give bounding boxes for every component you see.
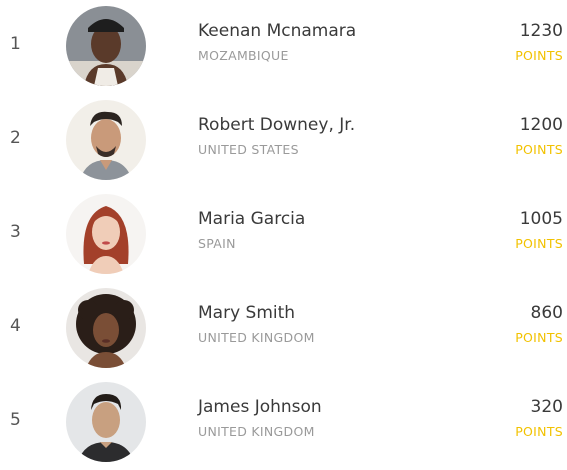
avatar-icon [66, 288, 146, 368]
player-score: 1005 POINTS [515, 208, 563, 252]
points-value: 1230 [519, 21, 563, 41]
avatar-icon [66, 6, 146, 86]
rank-number: 3 [10, 222, 21, 242]
rank-number: 4 [10, 316, 21, 336]
player-name[interactable]: Robert Downey, Jr. [198, 114, 355, 136]
points-label: POINTS [515, 142, 563, 157]
points-label: POINTS [515, 330, 563, 345]
player-country: UNITED KINGDOM [198, 424, 315, 439]
player-name[interactable]: Maria Garcia [198, 208, 305, 230]
player-country: MOZAMBIQUE [198, 48, 289, 63]
player-country: UNITED STATES [198, 142, 299, 157]
avatar[interactable] [66, 6, 146, 86]
player-info: Mary Smith UNITED KINGDOM [198, 302, 315, 346]
avatar[interactable] [66, 288, 146, 368]
rank-number: 2 [10, 128, 21, 148]
points-value: 320 [530, 397, 563, 417]
player-score: 860 POINTS [515, 302, 563, 346]
avatar[interactable] [66, 100, 146, 180]
player-info: Maria Garcia SPAIN [198, 208, 305, 252]
leaderboard-row[interactable]: 4 Mary Smith UNITED KINGDOM 860 POINTS [0, 282, 567, 376]
points-label: POINTS [515, 48, 563, 63]
player-info: James Johnson UNITED KINGDOM [198, 396, 322, 440]
points-value: 1005 [519, 209, 563, 229]
avatar-icon [66, 382, 146, 462]
player-score: 320 POINTS [515, 396, 563, 440]
avatar[interactable] [66, 194, 146, 274]
leaderboard: 1 Keenan Mcnamara MOZAMBIQUE 1230 POINTS… [0, 0, 567, 467]
points-value: 860 [530, 303, 563, 323]
points-label: POINTS [515, 236, 563, 251]
player-info: Keenan Mcnamara MOZAMBIQUE [198, 20, 356, 64]
player-name[interactable]: Keenan Mcnamara [198, 20, 356, 42]
points-value: 1200 [519, 115, 563, 135]
player-country: UNITED KINGDOM [198, 330, 315, 345]
leaderboard-row[interactable]: 3 Maria Garcia SPAIN 1005 POINTS [0, 188, 567, 282]
rank-number: 1 [10, 34, 21, 54]
avatar[interactable] [66, 382, 146, 462]
player-country: SPAIN [198, 236, 236, 251]
player-score: 1230 POINTS [515, 20, 563, 64]
points-label: POINTS [515, 424, 563, 439]
leaderboard-row[interactable]: 2 Robert Downey, Jr. UNITED STATES 1200 … [0, 94, 567, 188]
leaderboard-row[interactable]: 1 Keenan Mcnamara MOZAMBIQUE 1230 POINTS [0, 0, 567, 94]
player-name[interactable]: Mary Smith [198, 302, 315, 324]
rank-number: 5 [10, 410, 21, 430]
avatar-icon [66, 194, 146, 274]
player-info: Robert Downey, Jr. UNITED STATES [198, 114, 355, 158]
player-name[interactable]: James Johnson [198, 396, 322, 418]
avatar-icon [66, 100, 146, 180]
player-score: 1200 POINTS [515, 114, 563, 158]
leaderboard-row[interactable]: 5 James Johnson UNITED KINGDOM 320 POINT… [0, 376, 567, 470]
